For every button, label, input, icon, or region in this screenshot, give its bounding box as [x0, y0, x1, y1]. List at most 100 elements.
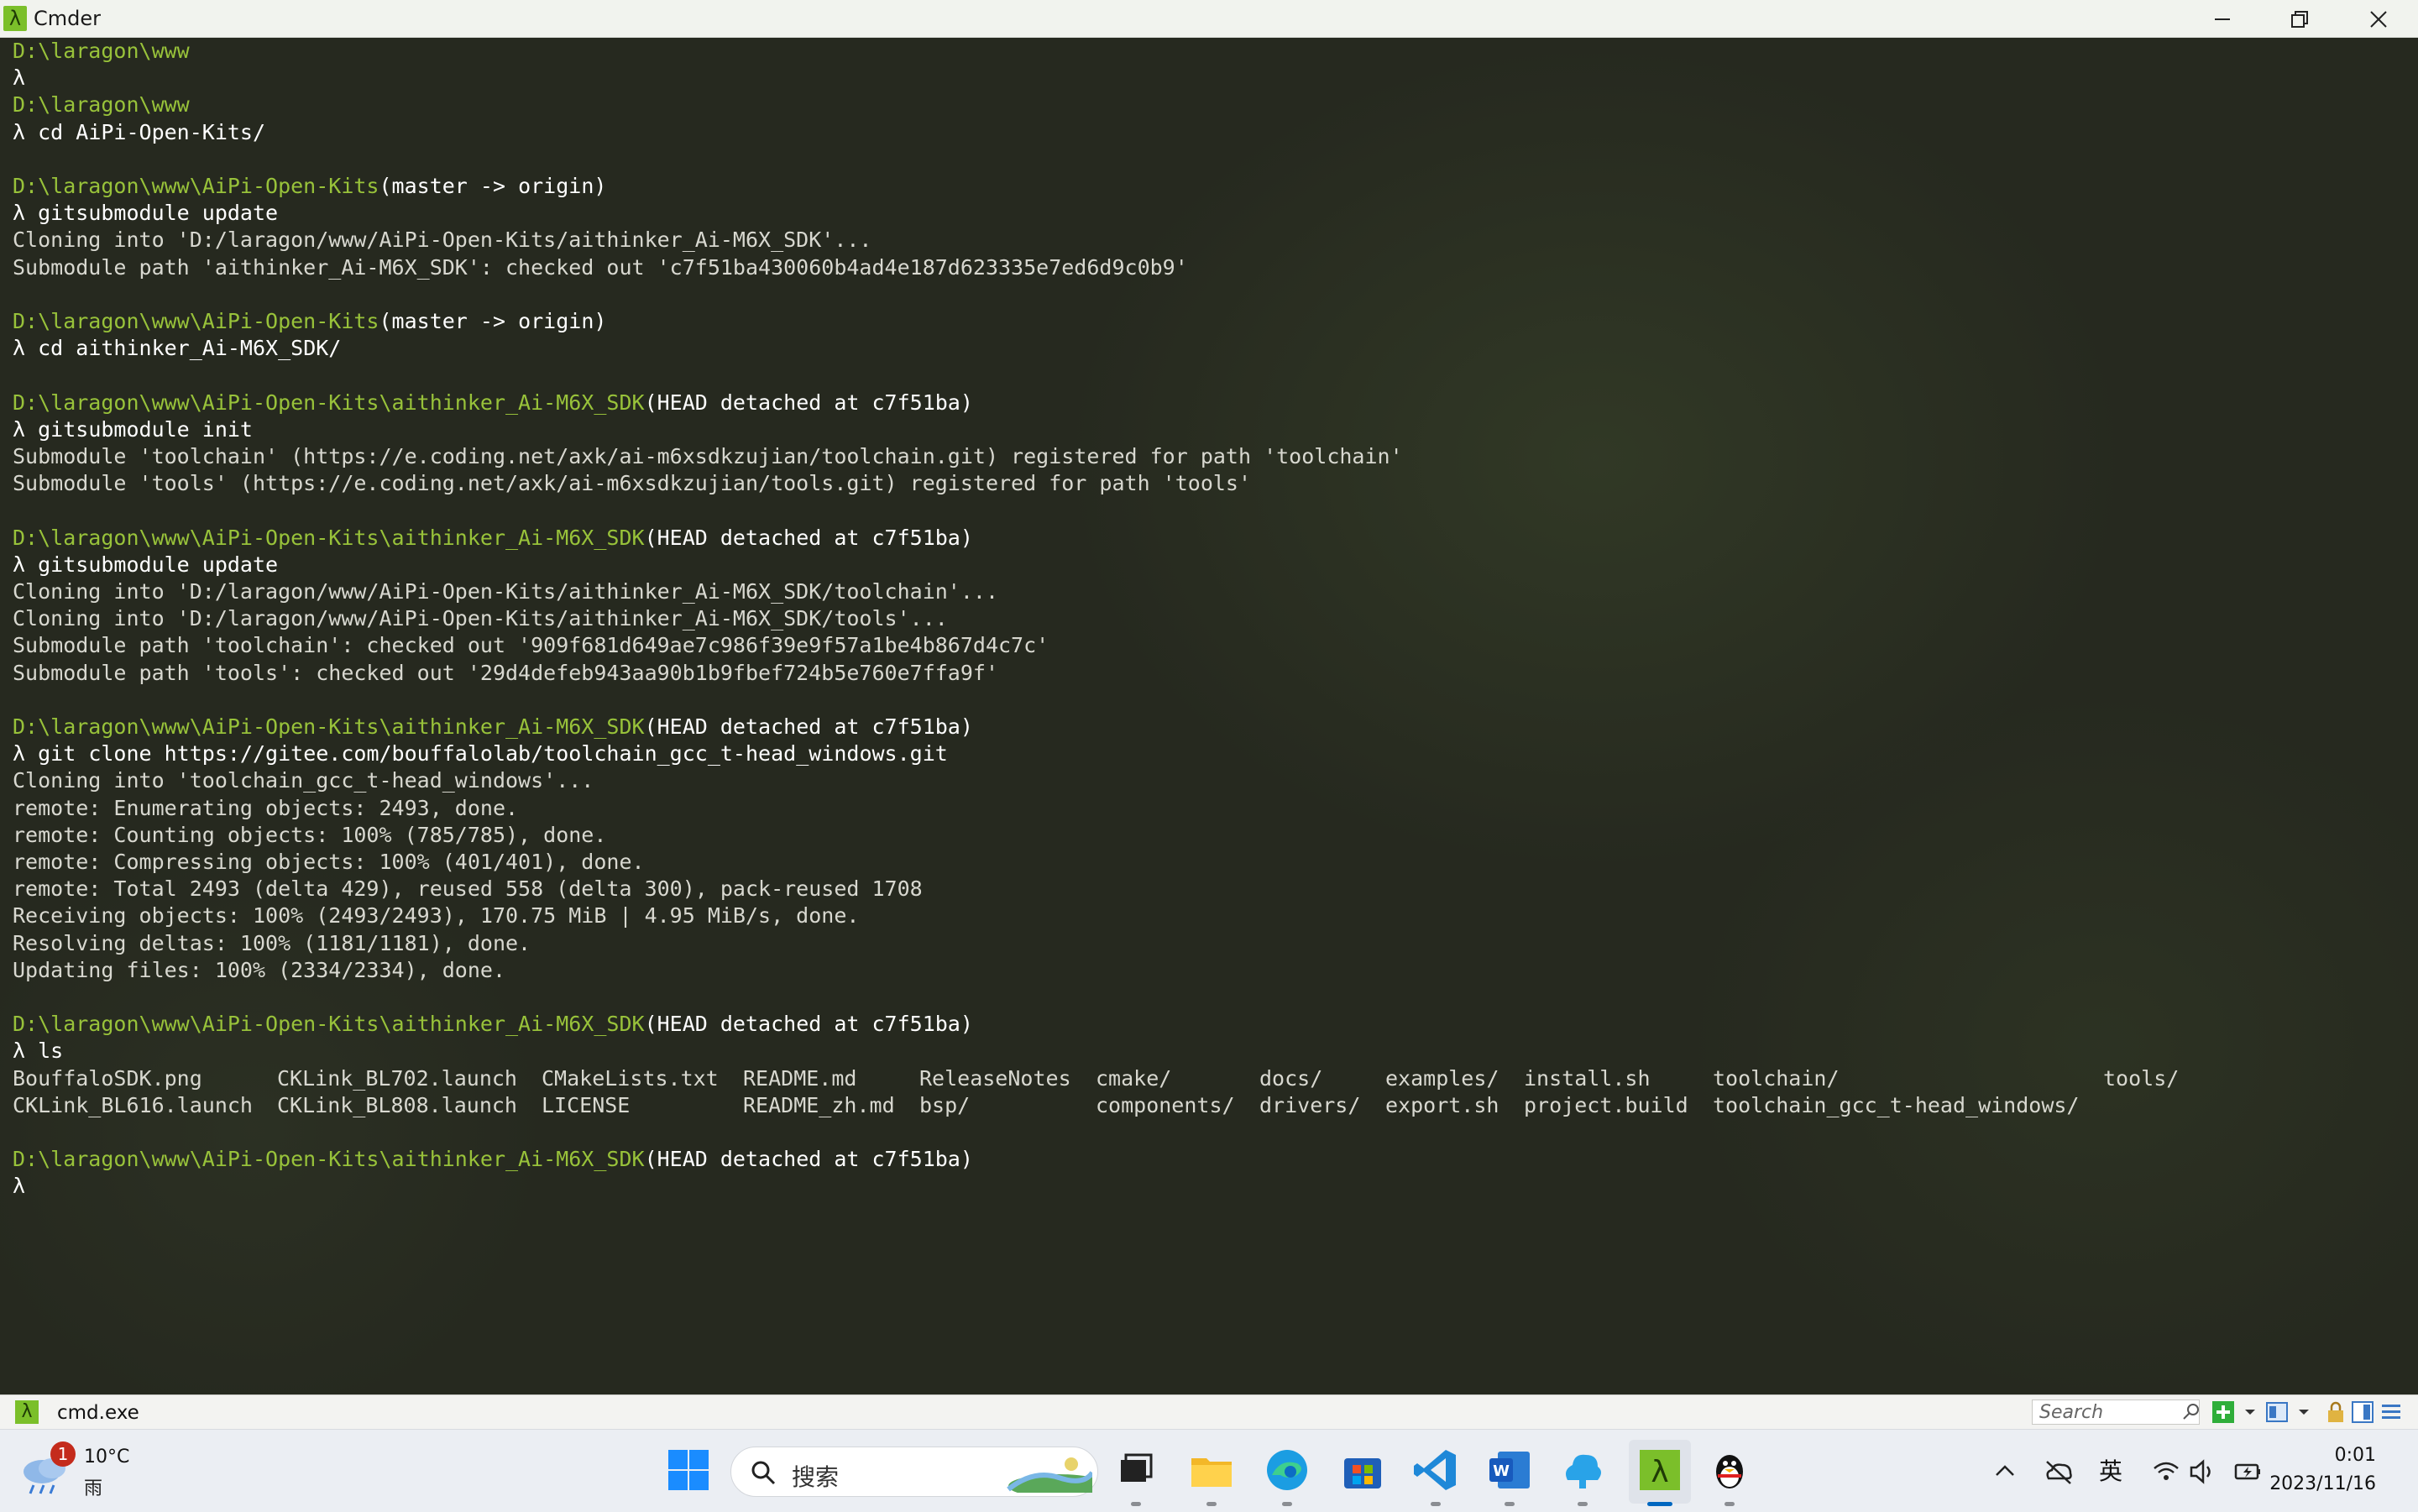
- prompt-path-line: D:\laragon\www\AiPi-Open-Kits\aithinker_…: [13, 1011, 973, 1038]
- output-line: remote: Enumerating objects: 2493, done.: [13, 795, 519, 820]
- clock-date[interactable]: 2023/11/16: [2269, 1473, 2376, 1494]
- task-view-icon[interactable]: [1112, 1447, 1159, 1494]
- cmder-tab-icon: λ: [15, 1400, 39, 1424]
- command-text: ls: [25, 1039, 64, 1064]
- prompt-path-line: D:\laragon\www\AiPi-Open-Kits\aithinker_…: [13, 714, 973, 740]
- output-line: Receiving objects: 100% (2493/2493), 170…: [13, 903, 860, 929]
- new-console-icon[interactable]: [2211, 1400, 2235, 1424]
- prompt-path-line: D:\laragon\www: [13, 92, 190, 118]
- prompt-path: D:\laragon\www: [13, 39, 190, 63]
- weather-temperature[interactable]: 10°C: [84, 1447, 129, 1468]
- battery-charging-icon[interactable]: [2233, 1457, 2264, 1487]
- ls-file: CMakeLists.txt: [542, 1065, 719, 1091]
- lambda-prompt: λ: [13, 741, 26, 766]
- lambda-prompt: λ: [13, 119, 26, 144]
- output-line: Submodule 'tools' (https://e.coding.net/…: [13, 471, 1252, 496]
- ls-directory: toolchain/: [1713, 1065, 1840, 1091]
- microsoft-store-icon[interactable]: [1339, 1447, 1386, 1494]
- ls-directory: toolchain_gcc_t-head_windows/: [1713, 1092, 2080, 1117]
- chevron-down-icon[interactable]: [2292, 1400, 2316, 1424]
- chevron-down-icon[interactable]: [2238, 1400, 2262, 1424]
- ime-indicator[interactable]: 英: [2099, 1453, 2122, 1487]
- word-icon[interactable]: W: [1486, 1447, 1533, 1494]
- lambda-prompt: λ: [13, 416, 26, 442]
- ls-file: BouffaloSDK.png: [13, 1065, 202, 1091]
- ls-file: install.sh: [1524, 1065, 1651, 1091]
- ls-file: README.md: [743, 1065, 857, 1091]
- lambda-prompt: λ: [13, 65, 26, 91]
- output-line: Submodule path 'toolchain': checked out …: [13, 633, 1049, 658]
- prompt-path: D:\laragon\www\AiPi-Open-Kits\aithinker_…: [13, 1147, 645, 1172]
- prompt-path-line: D:\laragon\www\AiPi-Open-Kits\aithinker_…: [13, 525, 973, 552]
- command-text: cd aithinker_Ai-M6X_SDK/: [25, 336, 342, 361]
- speaker-icon[interactable]: [2188, 1457, 2218, 1487]
- cmder-taskbar-button[interactable]: λ: [1629, 1440, 1691, 1504]
- svg-text:λ: λ: [1651, 1455, 1668, 1489]
- search-icon[interactable]: [2180, 1400, 2203, 1424]
- split-view-icon[interactable]: [2265, 1400, 2289, 1424]
- edge-browser-icon[interactable]: [1264, 1447, 1311, 1494]
- output-line: remote: Total 2493 (delta 429), reused 5…: [13, 876, 923, 902]
- lambda-prompt: λ: [13, 552, 26, 577]
- ls-directory: tools/: [2103, 1065, 2180, 1091]
- output-line: Cloning into 'D:/laragon/www/AiPi-Open-K…: [13, 228, 872, 253]
- prompt-path: D:\laragon\www\AiPi-Open-Kits\aithinker_…: [13, 525, 645, 550]
- menu-icon[interactable]: [2379, 1400, 2403, 1424]
- layout-icon[interactable]: [2351, 1400, 2374, 1424]
- ls-directory: components/: [1096, 1092, 1235, 1117]
- weather-condition[interactable]: 雨: [84, 1473, 102, 1500]
- output-line: Updating files: 100% (2334/2334), done.: [13, 957, 505, 982]
- command-line: λ gitsubmodule init: [13, 416, 253, 443]
- command-line: λ ls: [13, 1038, 63, 1065]
- restore-button[interactable]: [2260, 0, 2337, 37]
- ls-file: CKLink_BL702.launch: [277, 1065, 517, 1091]
- output-line: Submodule path 'tools': checked out '29d…: [13, 660, 998, 685]
- wifi-icon[interactable]: [2151, 1457, 2181, 1487]
- cmder-app-icon: λ: [3, 6, 27, 31]
- command-line: λ gitsubmodule update: [13, 552, 278, 578]
- title-bar[interactable]: λ Cmder: [0, 0, 2418, 38]
- command-text: git clone https://gitee.com/bouffalolab/…: [25, 741, 948, 766]
- output-line: Resolving deltas: 100% (1181/1181), done…: [13, 930, 531, 955]
- chevron-up-icon[interactable]: [1990, 1457, 2020, 1487]
- terminal-output[interactable]: D:\laragon\www λ D:\laragon\www λ cd AiPi-O…: [0, 38, 2418, 1394]
- minimize-icon: [2215, 18, 2230, 20]
- ls-directory: bsp/: [919, 1092, 971, 1117]
- prompt-path: D:\laragon\www\AiPi-Open-Kits: [13, 309, 379, 333]
- onedrive-offline-icon[interactable]: [2044, 1457, 2074, 1487]
- windows-start-icon[interactable]: [665, 1447, 712, 1494]
- prompt-path-line: D:\laragon\www\AiPi-Open-Kits\aithinker_…: [13, 390, 973, 416]
- tab-search-input[interactable]: Search: [2032, 1400, 2200, 1425]
- close-button[interactable]: [2339, 0, 2416, 37]
- command-line: λ: [13, 65, 25, 92]
- ls-file: export.sh: [1385, 1092, 1499, 1117]
- command-line: λ cd AiPi-Open-Kits/: [13, 119, 265, 146]
- git-branch-status: (HEAD detached at c7f51ba): [644, 1147, 973, 1172]
- window-title: Cmder: [34, 7, 102, 30]
- windows-taskbar: 1 10°C 雨 搜索 W λ 英 0:01 2023/11/16: [0, 1429, 2418, 1512]
- clock-time[interactable]: 0:01: [2335, 1445, 2376, 1466]
- output-line: remote: Compressing objects: 100% (401/4…: [13, 850, 645, 874]
- prompt-path-line: D:\laragon\www\AiPi-Open-Kits(master -> …: [13, 308, 606, 335]
- output-line: Cloning into 'D:/laragon/www/AiPi-Open-K…: [13, 579, 998, 604]
- qq-penguin-icon[interactable]: [1706, 1447, 1753, 1494]
- search-highlight-image: [1007, 1457, 1092, 1493]
- command-line: λ git clone https://gitee.com/bouffalola…: [13, 740, 948, 767]
- output-line: Submodule 'toolchain' (https://e.coding.…: [13, 444, 1403, 468]
- git-branch-status: (HEAD detached at c7f51ba): [644, 714, 973, 739]
- cmder-icon: λ: [1640, 1450, 1680, 1490]
- minimize-button[interactable]: [2183, 0, 2260, 37]
- taskbar-search-box[interactable]: 搜索: [730, 1447, 1098, 1497]
- vscode-icon[interactable]: [1412, 1447, 1459, 1494]
- lambda-prompt: λ: [13, 1039, 26, 1064]
- file-explorer-icon[interactable]: [1188, 1447, 1235, 1494]
- output-line: Submodule path 'aithinker_Ai-M6X_SDK': c…: [13, 254, 1188, 280]
- cloud-app-icon[interactable]: [1559, 1447, 1606, 1494]
- tab-cmd-exe[interactable]: cmd.exe: [57, 1402, 139, 1424]
- search-icon: [751, 1461, 776, 1485]
- prompt-path: D:\laragon\www\AiPi-Open-Kits: [13, 174, 379, 198]
- lock-icon[interactable]: [2324, 1400, 2347, 1424]
- ls-file: CKLink_BL616.launch: [13, 1092, 253, 1117]
- ls-file: project.build: [1524, 1092, 1688, 1117]
- notification-badge: 1: [50, 1441, 76, 1467]
